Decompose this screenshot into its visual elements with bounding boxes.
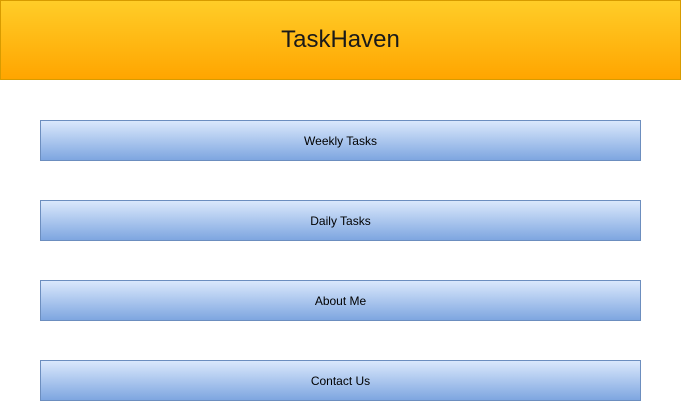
app-header: TaskHaven (0, 0, 681, 80)
weekly-tasks-label: Weekly Tasks (304, 133, 377, 148)
contact-us-label: Contact Us (310, 373, 371, 388)
about-me-button[interactable]: About Me (40, 280, 641, 321)
daily-tasks-label: Daily Tasks (310, 213, 371, 228)
weekly-tasks-button[interactable]: Weekly Tasks (40, 120, 641, 161)
app-title: TaskHaven (281, 26, 400, 53)
contact-us-button[interactable]: Contact Us (40, 360, 641, 401)
about-me-label: About Me (314, 293, 367, 308)
daily-tasks-button[interactable]: Daily Tasks (40, 200, 641, 241)
